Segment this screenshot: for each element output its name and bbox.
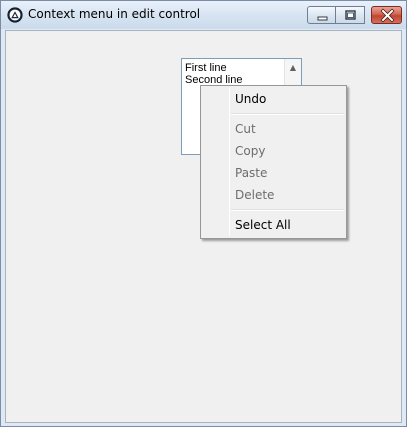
minimize-icon <box>317 16 328 21</box>
title-bar[interactable]: Context menu in edit control <box>1 1 406 29</box>
menu-item-select-all[interactable]: Select All <box>203 214 344 236</box>
window-title: Context menu in edit control <box>28 7 201 21</box>
menu-separator <box>231 209 344 211</box>
edit-line-1: First line <box>185 62 227 74</box>
menu-item-label: Select All <box>235 218 291 232</box>
menu-item-label: Undo <box>235 92 267 106</box>
scroll-up-icon[interactable]: ▲ <box>285 59 301 76</box>
menu-item-label: Delete <box>235 188 275 202</box>
menu-item-paste[interactable]: Paste <box>203 162 344 184</box>
menu-item-delete[interactable]: Delete <box>203 184 344 206</box>
maximize-button[interactable] <box>336 6 365 24</box>
menu-item-cut[interactable]: Cut <box>203 118 344 140</box>
menu-item-label: Copy <box>235 144 266 158</box>
app-window: Context menu in edit control First line … <box>0 0 407 427</box>
menu-item-label: Cut <box>235 122 256 136</box>
menu-item-undo[interactable]: Undo <box>203 88 344 110</box>
menu-item-copy[interactable]: Copy <box>203 140 344 162</box>
minimize-button[interactable] <box>307 6 336 24</box>
context-menu: Undo Cut Copy Paste Delete Select All <box>200 85 347 239</box>
menu-separator <box>231 113 344 115</box>
menu-item-label: Paste <box>235 166 268 180</box>
close-icon <box>380 8 395 23</box>
app-logo-icon[interactable] <box>7 7 23 23</box>
close-button[interactable] <box>371 6 402 24</box>
maximize-icon <box>345 10 356 20</box>
